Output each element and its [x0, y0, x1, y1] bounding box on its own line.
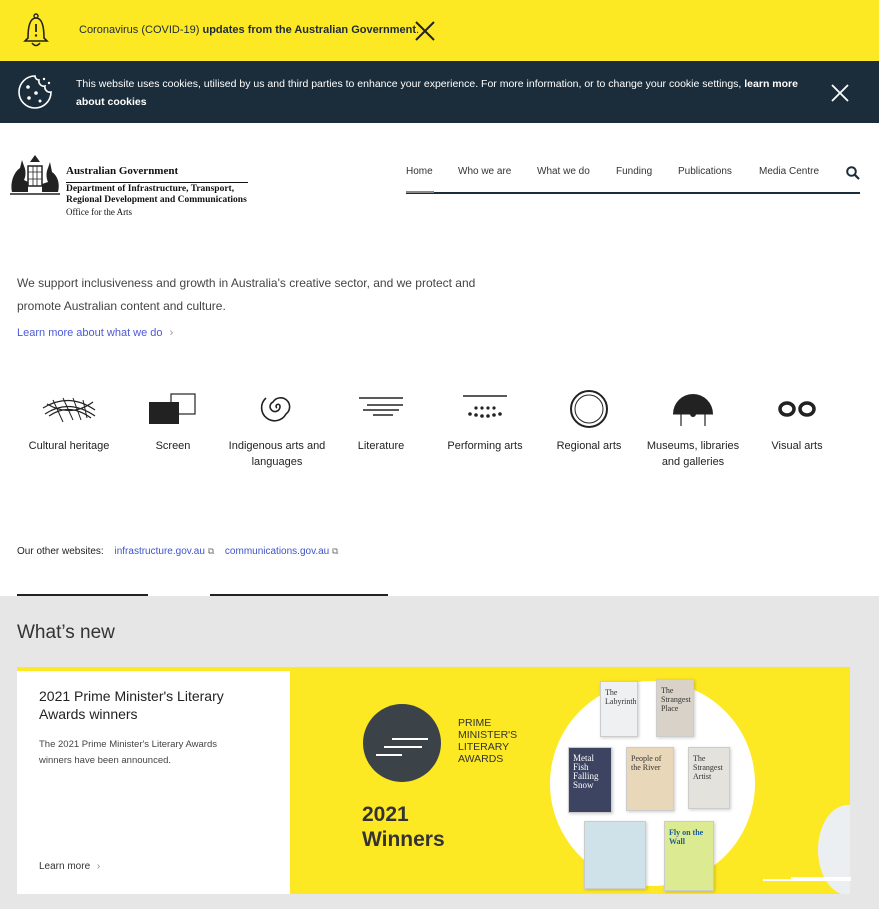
award-line: PRIME [458, 717, 492, 729]
logo-line1: Australian Government [66, 165, 179, 177]
covid-bold: updates from the Australian Government [202, 24, 417, 36]
covid-alert-bar: Coronavirus (COVID-19) updates from the … [0, 0, 879, 61]
screen-icon [149, 393, 196, 424]
logo-line2a: Department of Infrastructure, Transport, [66, 184, 235, 194]
whats-new-section: What’s new 2021 Prime Minister's Literar… [0, 596, 879, 909]
category-label: Performing arts [447, 440, 523, 452]
news-learn-more-link[interactable]: Learn more › [39, 861, 100, 872]
category-regional-arts[interactable]: Regional arts [537, 388, 641, 454]
chevron-right-icon: › [96, 861, 101, 872]
whats-new-heading: What’s new [17, 622, 115, 643]
dome-icon [673, 394, 713, 426]
category-screen[interactable]: Screen [121, 388, 225, 454]
other-websites: Our other websites: infrastructure.gov.a… [17, 546, 338, 557]
winners-label: Winners [362, 828, 445, 851]
glasses-icon [778, 401, 816, 417]
nav-what-we-do[interactable]: What we do [537, 166, 590, 177]
category-visual-arts[interactable]: Visual arts [745, 388, 849, 454]
alert-bell-icon [18, 12, 54, 54]
winners-heading: 2021 Winners [362, 802, 445, 852]
logo-department: Department of Infrastructure, Transport,… [66, 184, 247, 206]
category-indigenous[interactable]: Indigenous arts and languages [225, 388, 329, 470]
category-label: Regional arts [556, 440, 622, 452]
cookie-text: This website uses cookies, utilised by u… [76, 75, 806, 111]
category-label: Cultural heritage [28, 440, 110, 452]
news-learn-more-label: Learn more [39, 861, 91, 872]
category-grid: Cultural heritage Screen Indigenous arts… [17, 388, 849, 488]
learn-more-label: Learn more about what we do [17, 327, 163, 339]
book-title: People of the River [631, 754, 662, 772]
net-icon [42, 397, 96, 423]
infrastructure-link[interactable]: infrastructure.gov.au ⧉ [115, 546, 215, 557]
award-line: LITERARY [458, 741, 510, 753]
book-cover: People of the River [626, 747, 674, 811]
intro-text: We support inclusiveness and growth in A… [17, 276, 476, 313]
other-websites-label: Our other websites: [17, 546, 104, 557]
audience-icon [463, 395, 507, 418]
cookie-icon [16, 73, 54, 116]
category-label: Literature [357, 440, 405, 452]
search-icon[interactable] [846, 166, 860, 185]
category-label: Indigenous arts and languages [228, 440, 326, 468]
book-cover: The Strangest Artist [688, 747, 730, 809]
category-literature[interactable]: Literature [329, 388, 433, 454]
nav-publications[interactable]: Publications [678, 166, 732, 177]
logo-line2b: Regional Development and Communications [66, 195, 247, 205]
pmla-text: PRIME MINISTER'S LITERARY AWARDS [450, 717, 517, 765]
book-title: The Strangest Artist [693, 754, 723, 781]
news-card-title: 2021 Prime Minister's Literary Awards wi… [39, 688, 224, 722]
book-title: Fly on the Wall [669, 828, 704, 846]
category-performing-arts[interactable]: Performing arts [433, 388, 537, 454]
news-card-description: The 2021 Prime Minister's Literary Award… [39, 739, 217, 766]
nav-who-we-are[interactable]: Who we are [458, 166, 511, 177]
winners-year: 2021 [362, 803, 409, 826]
close-cookie-icon[interactable] [830, 83, 850, 108]
learn-more-what-we-do-link[interactable]: Learn more about what we do › [17, 327, 173, 339]
communications-link-label: communications.gov.au [224, 546, 330, 557]
external-link-icon: ⧉ [207, 546, 215, 556]
ring-icon [570, 390, 608, 428]
book-cover: Metal Fish Falling Snow [568, 747, 612, 813]
category-label: Screen [155, 440, 191, 452]
nav-media-centre[interactable]: Media Centre [759, 166, 819, 177]
lines-icon [359, 397, 403, 416]
book-title: The Strangest Place [661, 686, 691, 713]
nav-home[interactable]: Home [406, 166, 433, 177]
external-link-icon: ⧉ [332, 546, 339, 556]
book-title: Metal Fish Falling Snow [573, 753, 599, 790]
indicator-active [791, 877, 851, 881]
award-line: AWARDS [458, 753, 504, 765]
featured-news-carousel: 2021 Prime Minister's Literary Awards wi… [17, 667, 851, 894]
close-covid-icon[interactable] [414, 20, 436, 47]
logo-divider [66, 182, 248, 183]
category-label: Museums, libraries and galleries [646, 440, 740, 468]
book-cover [584, 821, 646, 889]
logo-line3: Office for the Arts [66, 207, 133, 217]
nav-funding[interactable]: Funding [616, 166, 652, 177]
book-title: The Labyrinth [605, 688, 637, 706]
main-nav: Home Who we are What we do Funding Publi… [406, 166, 860, 194]
news-card[interactable]: 2021 Prime Minister's Literary Awards wi… [17, 671, 290, 894]
coat-of-arms-icon [6, 152, 64, 203]
cookie-message: This website uses cookies, utilised by u… [76, 78, 745, 90]
chevron-right-icon: › [169, 327, 174, 339]
covid-prefix: Coronavirus (COVID-19) [79, 24, 203, 36]
category-label: Visual arts [771, 440, 823, 452]
nav-active-indicator [406, 191, 434, 193]
carousel-indicator[interactable] [763, 877, 851, 881]
infrastructure-link-label: infrastructure.gov.au [114, 546, 205, 557]
cookie-banner: This website uses cookies, utilised by u… [0, 61, 879, 123]
book-cover: The Strangest Place [656, 679, 694, 737]
book-cover: The Labyrinth [600, 681, 638, 737]
category-museums[interactable]: Museums, libraries and galleries [641, 388, 745, 470]
pmla-logo-icon [362, 703, 442, 788]
site-logo[interactable]: Australian Government Department of Infr… [6, 152, 256, 220]
covid-updates-link[interactable]: Coronavirus (COVID-19) updates from the … [79, 24, 419, 36]
communications-link[interactable]: communications.gov.au ⧉ [225, 546, 339, 557]
award-line: MINISTER'S [458, 729, 518, 741]
category-cultural-heritage[interactable]: Cultural heritage [17, 388, 121, 454]
book-cover: Fly on the Wall [664, 821, 714, 891]
spiral-icon [260, 397, 291, 422]
pmla-banner-image: PRIME MINISTER'S LITERARY AWARDS 2021 Wi… [290, 667, 850, 894]
